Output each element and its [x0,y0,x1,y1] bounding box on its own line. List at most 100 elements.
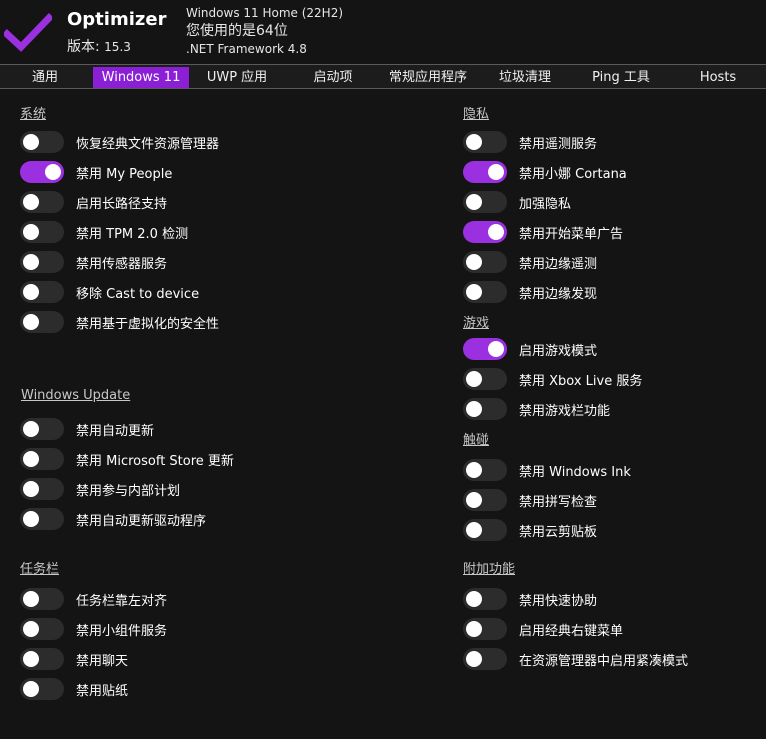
toggle-switch[interactable] [463,618,507,640]
toggle-knob [23,591,39,607]
checkmark-icon [4,13,52,52]
app-title: Optimizer [67,9,167,30]
toggle-knob [45,164,61,180]
toggle-knob [23,254,39,270]
toggle-switch[interactable] [463,281,507,303]
framework-version: .NET Framework 4.8 [186,42,307,56]
toggle-switch[interactable] [463,489,507,511]
system-info: Windows 11 Home (22H2) 您使用的是64位 .NET Fra… [186,4,343,58]
toggle-label: 禁用自动更新驱动程序 [76,514,207,529]
toggle-switch[interactable] [463,459,507,481]
toggle-knob [23,511,39,527]
toggle-knob [23,421,39,437]
tab-cleaner[interactable]: 垃圾清理 [488,67,562,88]
toggle-knob [23,481,39,497]
tab-ping[interactable]: Ping 工具 [583,67,659,88]
toggle-knob [23,224,39,240]
toggle-switch[interactable] [20,478,64,500]
toggle-switch[interactable] [20,448,64,470]
toggle-switch[interactable] [20,131,64,153]
toggle-switch[interactable] [20,418,64,440]
section-title-touch: 触碰 [463,433,490,448]
tab-startup[interactable]: 启动项 [300,67,366,88]
toggle-switch[interactable] [463,338,507,360]
toggle-switch[interactable] [463,191,507,213]
tab-uwp-apps[interactable]: UWP 应用 [196,67,278,88]
toggle-knob [488,341,504,357]
section-title-privacy: 隐私 [463,107,490,122]
version-text: 版本: 15.3 [67,36,131,56]
toggle-switch[interactable] [20,508,64,530]
toggle-switch[interactable] [463,368,507,390]
toggle-label: 启用长路径支持 [76,197,168,212]
tab-hosts[interactable]: Hosts [690,67,746,88]
toggle-label: 禁用 Microsoft Store 更新 [76,454,234,469]
toggle-knob [466,134,482,150]
toggle-switch[interactable] [20,251,64,273]
toggle-switch[interactable] [20,618,64,640]
toggle-label: 禁用拼写检查 [519,495,598,510]
toggle-label: 禁用聊天 [76,654,129,669]
toggle-knob [466,621,482,637]
toggle-label: 禁用贴纸 [76,684,129,699]
toggle-knob [466,284,482,300]
toggle-knob [23,651,39,667]
version-label: 版本: [67,39,100,55]
toggle-switch[interactable] [20,588,64,610]
toggle-label: 禁用 My People [76,167,173,182]
toggle-switch[interactable] [463,398,507,420]
toggle-label: 禁用自动更新 [76,424,155,439]
toggle-label: 禁用基于虚拟化的安全性 [76,317,220,332]
tab-apps[interactable]: 常规应用程序 [380,67,476,88]
toggle-switch[interactable] [463,161,507,183]
toggle-switch[interactable] [463,221,507,243]
toggle-switch[interactable] [463,251,507,273]
arch-text: 您使用的是64位 [186,23,288,39]
section-title-taskbar: 任务栏 [20,562,60,577]
toggle-knob [488,164,504,180]
toggle-knob [466,462,482,478]
toggle-label: 禁用边缘发现 [519,287,598,302]
toggle-label: 恢复经典文件资源管理器 [76,137,220,152]
toggle-knob [23,314,39,330]
toggle-label: 禁用 TPM 2.0 检测 [76,227,189,242]
section-title-gaming: 游戏 [463,316,490,331]
toggle-label: 在资源管理器中启用紧凑模式 [519,654,689,669]
toggle-switch[interactable] [463,131,507,153]
toggle-switch[interactable] [20,281,64,303]
toggle-label: 禁用 Windows Ink [519,465,631,480]
toggle-label: 禁用小娜 Cortana [519,167,627,182]
toggle-switch[interactable] [20,678,64,700]
toggle-switch[interactable] [463,648,507,670]
tab-bar: 通用 Windows 11 UWP 应用 启动项 常规应用程序 垃圾清理 Pin… [0,64,766,89]
toggle-switch[interactable] [463,519,507,541]
toggle-label: 禁用 Xbox Live 服务 [519,374,643,389]
toggle-switch[interactable] [20,221,64,243]
toggle-label: 禁用边缘遥测 [519,257,598,272]
toggle-knob [466,254,482,270]
toggle-switch[interactable] [20,311,64,333]
toggle-knob [23,134,39,150]
toggle-switch[interactable] [20,191,64,213]
toggle-label: 启用游戏模式 [519,344,598,359]
toggle-label: 禁用云剪贴板 [519,525,598,540]
toggle-label: 启用经典右键菜单 [519,624,624,639]
toggle-knob [466,591,482,607]
tab-general[interactable]: 通用 [18,67,72,88]
section-title-system: 系统 [20,107,47,122]
toggle-label: 加强隐私 [519,197,572,212]
toggle-switch[interactable] [20,161,64,183]
toggle-knob [466,401,482,417]
toggle-label: 禁用小组件服务 [76,624,168,639]
toggle-label: 任务栏靠左对齐 [76,594,168,609]
toggle-switch[interactable] [463,588,507,610]
section-title-extras: 附加功能 [463,562,516,577]
tab-windows11[interactable]: Windows 11 [93,67,189,88]
toggle-label: 禁用遥测服务 [519,137,598,152]
toggle-switch[interactable] [20,648,64,670]
toggle-label: 禁用开始菜单广告 [519,227,624,242]
toggle-label: 禁用参与内部计划 [76,484,181,499]
toggle-knob [23,194,39,210]
os-name: Windows 11 Home (22H2) [186,6,344,20]
toggle-label: 禁用快速协助 [519,594,598,609]
